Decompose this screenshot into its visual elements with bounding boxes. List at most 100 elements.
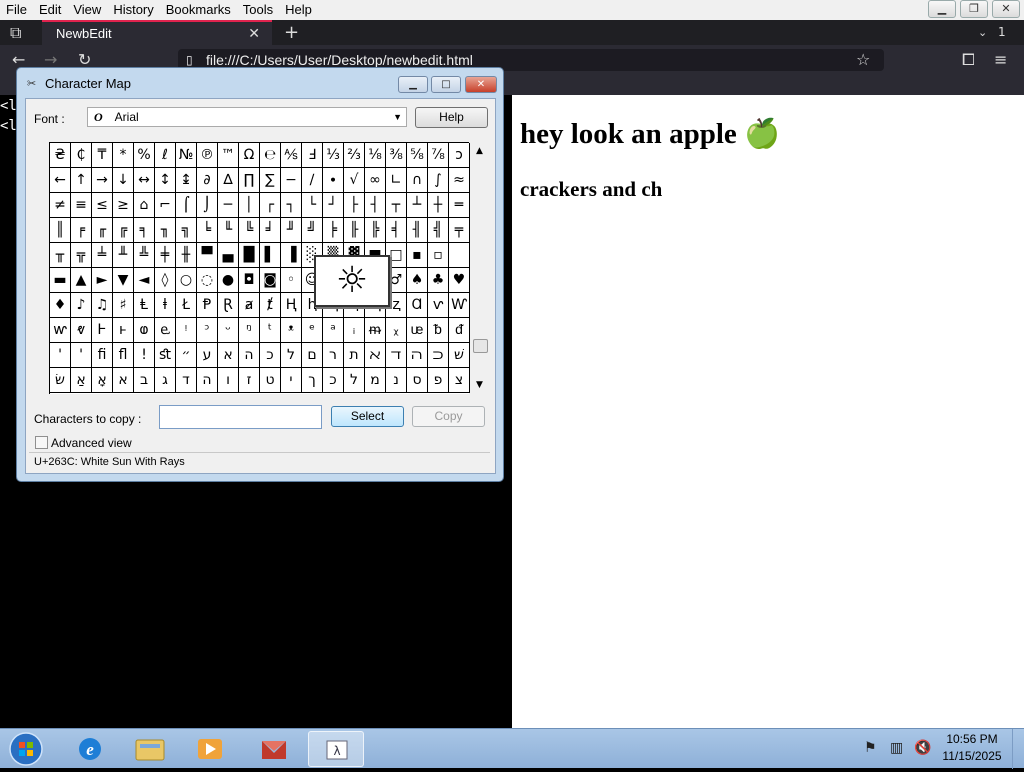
char-cell[interactable]: ▪	[407, 243, 428, 268]
char-cell[interactable]: ₴	[50, 143, 71, 168]
scrollbar-thumb[interactable]	[473, 339, 488, 353]
internet-explorer-icon[interactable]: e	[62, 731, 118, 767]
char-cell[interactable]: ╢	[407, 218, 428, 243]
char-cell[interactable]: ↑	[71, 168, 92, 193]
char-cell[interactable]: ᵜ	[281, 318, 302, 343]
char-cell[interactable]: ▬	[50, 268, 71, 293]
character-map-titlebar[interactable]: ✂ Character Map ▁ □ ✕	[17, 68, 503, 98]
char-cell[interactable]: ⌐	[155, 193, 176, 218]
char-cell[interactable]: ״	[176, 343, 197, 368]
char-cell[interactable]: Ł	[176, 293, 197, 318]
select-button[interactable]: Select	[331, 406, 404, 427]
char-cell[interactable]: ╚	[239, 218, 260, 243]
char-cell[interactable]: ﬤ	[428, 343, 449, 368]
char-cell[interactable]: Ⱡ	[134, 293, 155, 318]
char-cell[interactable]: !	[134, 343, 155, 368]
clock[interactable]: 10:56 PM 11/15/2025	[936, 731, 1008, 765]
char-cell[interactable]: ↨	[176, 168, 197, 193]
char-cell[interactable]: ╝	[302, 218, 323, 243]
char-cell[interactable]: Ɽ	[218, 293, 239, 318]
char-cell[interactable]: '	[71, 343, 92, 368]
characters-to-copy-input[interactable]	[159, 405, 322, 429]
char-cell[interactable]: ג	[155, 368, 176, 393]
char-cell[interactable]: ┌	[260, 193, 281, 218]
char-cell[interactable]: ∞	[365, 168, 386, 193]
char-cell[interactable]: ∏	[239, 168, 260, 193]
char-cell[interactable]: ╓	[92, 218, 113, 243]
cm-close-button[interactable]: ✕	[465, 76, 497, 93]
char-cell[interactable]: ל	[281, 343, 302, 368]
char-cell[interactable]: ﬂ	[113, 343, 134, 368]
char-cell[interactable]: ─	[218, 193, 239, 218]
char-cell[interactable]: ᵃ	[323, 318, 344, 343]
char-cell[interactable]: ⱡ	[155, 293, 176, 318]
char-cell[interactable]: ║	[50, 218, 71, 243]
char-cell[interactable]: ↔	[134, 168, 155, 193]
char-cell[interactable]: ╕	[134, 218, 155, 243]
menu-history[interactable]: History	[107, 0, 159, 20]
char-cell[interactable]: └	[302, 193, 323, 218]
char-cell[interactable]: ⱶ	[113, 318, 134, 343]
char-cell[interactable]: כ	[260, 343, 281, 368]
char-cell[interactable]: ט	[260, 368, 281, 393]
menu-tools[interactable]: Tools	[237, 0, 279, 20]
scroll-up-icon[interactable]: ▲	[476, 146, 483, 156]
char-cell[interactable]: ⅍	[281, 143, 302, 168]
scroll-down-icon[interactable]: ▼	[476, 380, 483, 390]
char-cell[interactable]: ╞	[323, 218, 344, 243]
char-cell[interactable]: √	[344, 168, 365, 193]
show-desktop-button[interactable]	[1012, 729, 1024, 769]
char-cell[interactable]: ⅔	[344, 143, 365, 168]
char-cell[interactable]: ├	[344, 193, 365, 218]
char-cell[interactable]: ┬	[386, 193, 407, 218]
char-cell[interactable]: ᵉ	[302, 318, 323, 343]
char-cell[interactable]: ד	[176, 368, 197, 393]
char-cell[interactable]: ᵑ	[239, 318, 260, 343]
char-cell[interactable]: │	[239, 193, 260, 218]
char-cell[interactable]: −	[281, 168, 302, 193]
char-cell[interactable]: ╪	[155, 243, 176, 268]
char-cell[interactable]: ﬢ	[386, 343, 407, 368]
char-cell[interactable]: ◌	[197, 268, 218, 293]
char-cell[interactable]: ↕	[155, 168, 176, 193]
char-cell[interactable]: ᵕ	[218, 318, 239, 343]
char-cell[interactable]: ⱥ	[239, 293, 260, 318]
start-orb[interactable]	[6, 731, 46, 767]
char-cell[interactable]: ╫	[176, 243, 197, 268]
char-cell[interactable]: ≤	[92, 193, 113, 218]
char-cell[interactable]: י	[281, 368, 302, 393]
char-cell[interactable]: פ	[428, 368, 449, 393]
char-cell[interactable]: ⅞	[428, 143, 449, 168]
char-cell[interactable]: ⅓	[323, 143, 344, 168]
menu-file[interactable]: File	[0, 0, 33, 20]
char-cell[interactable]: נ	[386, 368, 407, 393]
char-cell[interactable]: שׁ	[449, 343, 470, 368]
char-cell[interactable]: ╙	[218, 218, 239, 243]
char-cell[interactable]: ♫	[92, 293, 113, 318]
char-cell[interactable]: ┤	[365, 193, 386, 218]
char-cell[interactable]: ┴	[407, 193, 428, 218]
char-cell[interactable]: ╥	[50, 243, 71, 268]
char-cell[interactable]: ≈	[449, 168, 470, 193]
extensions-icon[interactable]: ⧠	[962, 47, 975, 72]
newbedit-app-icon[interactable]	[246, 731, 302, 767]
char-cell[interactable]: ס	[407, 368, 428, 393]
char-cell[interactable]: ⱱ	[428, 293, 449, 318]
menu-help[interactable]: Help	[279, 0, 318, 20]
char-cell[interactable]: ▄	[218, 243, 239, 268]
char-cell[interactable]: מ	[365, 368, 386, 393]
tab-newbedit[interactable]: NewbEdit ✕	[42, 20, 272, 45]
char-cell[interactable]: ╟	[344, 218, 365, 243]
char-cell[interactable]: ↓	[113, 168, 134, 193]
char-cell[interactable]: ╔	[113, 218, 134, 243]
char-cell[interactable]: ﬁ	[92, 343, 113, 368]
volume-muted-icon[interactable]: 🔇	[914, 740, 931, 756]
char-cell[interactable]: ᵢ	[344, 318, 365, 343]
char-cell[interactable]: Ⱳ	[449, 293, 470, 318]
char-cell[interactable]: ∙	[323, 168, 344, 193]
char-cell[interactable]: ◄	[134, 268, 155, 293]
char-cell[interactable]: ∆	[218, 168, 239, 193]
char-cell[interactable]: ⱷ	[134, 318, 155, 343]
char-cell[interactable]: ≡	[71, 193, 92, 218]
char-cell[interactable]: ╦	[71, 243, 92, 268]
